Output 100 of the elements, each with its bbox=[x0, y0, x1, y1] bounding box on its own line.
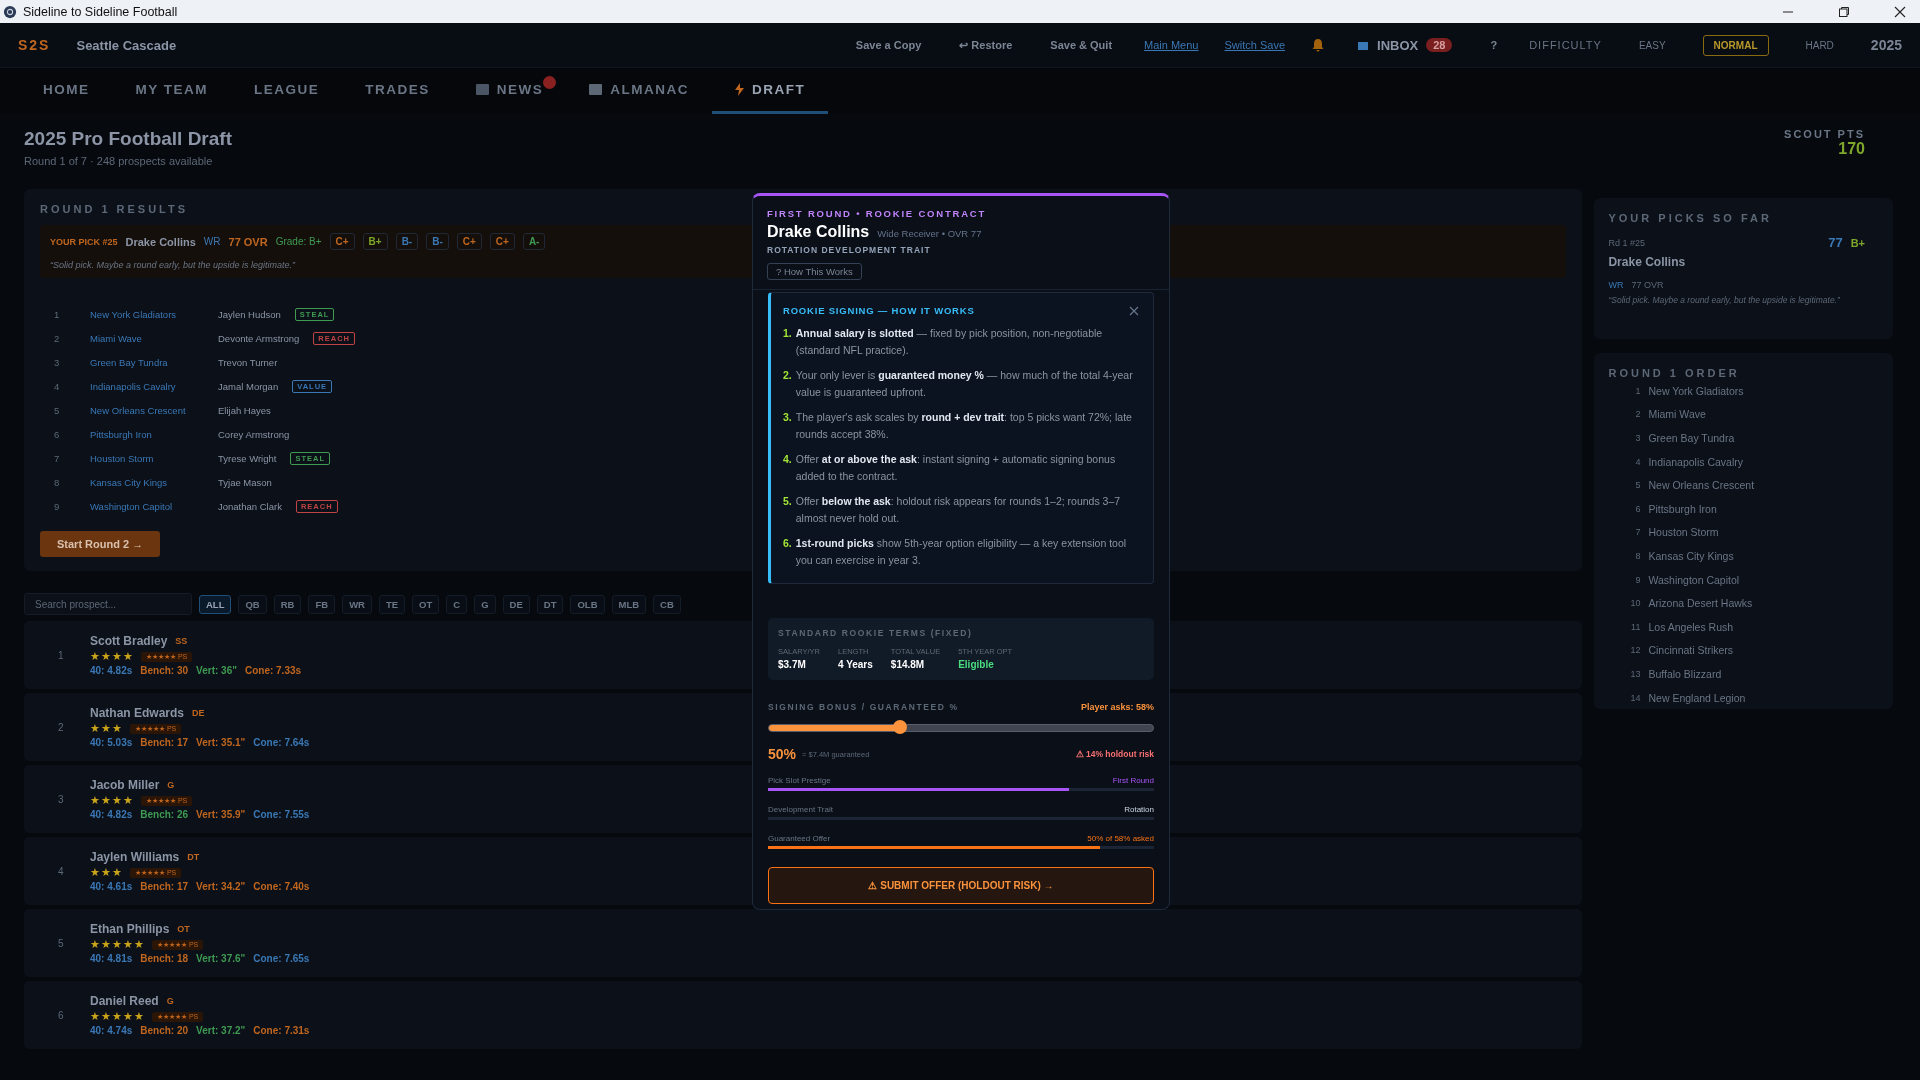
player-name: Jaylen Hudson bbox=[218, 309, 281, 320]
prospect-rank: 5 bbox=[57, 937, 65, 949]
step-number: 1. bbox=[783, 326, 792, 341]
order-number: 13 bbox=[1629, 668, 1642, 679]
team-name: New Orleans Crescent bbox=[1648, 479, 1755, 492]
combine-stat: Cone: 7.31s bbox=[253, 1025, 310, 1036]
player-name: Corey Armstrong bbox=[218, 429, 290, 440]
holdout-risk: ⚠ 14% holdout risk bbox=[1075, 749, 1154, 759]
combine-stat: Vert: 37.6" bbox=[196, 953, 246, 964]
player-name: Devonte Armstrong bbox=[218, 333, 300, 344]
section-title: ROUND 1 RESULTS bbox=[40, 203, 189, 215]
meter-label: Pick Slot Prestige bbox=[768, 776, 831, 785]
prospect-rank: 1 bbox=[57, 649, 65, 661]
combine-stat: 40: 4.74s bbox=[90, 1025, 133, 1036]
prospect-rank: 2 bbox=[57, 721, 65, 733]
player-subtitle: Wide Receiver • OVR 77 bbox=[877, 228, 982, 239]
info-title: ROOKIE SIGNING — HOW IT WORKS bbox=[783, 305, 975, 316]
prospect-name: Jaylen Williams bbox=[90, 850, 180, 864]
pick-round: Rd 1 #25 bbox=[1608, 237, 1645, 248]
combine-stat: Bench: 18 bbox=[140, 953, 189, 964]
grade-label: B+ bbox=[1850, 236, 1865, 249]
team-name: Cincinnati Strikers bbox=[1648, 644, 1734, 657]
term-value: $14.8M bbox=[890, 659, 926, 670]
combine-stat: Cone: 7.64s bbox=[253, 737, 310, 748]
star-rating: ★★★ bbox=[90, 722, 122, 735]
player-name: Drake Collins bbox=[125, 235, 196, 248]
pick-number: 3 bbox=[53, 357, 61, 368]
prospect-name: Nathan Edwards bbox=[90, 706, 185, 720]
pick-quote: “Solid pick. Maybe a round early, but the upside is legitimate.” bbox=[50, 260, 297, 270]
combine-stat: Cone: 7.40s bbox=[253, 881, 310, 892]
team-name: Houston Storm bbox=[90, 453, 155, 464]
section-title: ROUND 1 ORDER bbox=[1608, 367, 1740, 379]
overall-rating: 77 OVR bbox=[228, 235, 268, 248]
grade-chip: A- bbox=[522, 233, 546, 250]
meter-value: 50% of 58% asked bbox=[1087, 834, 1154, 843]
term-value: 4 Years bbox=[837, 659, 873, 670]
combine-stat: 40: 4.82s bbox=[90, 809, 133, 820]
combine-stat: Cone: 7.55s bbox=[253, 809, 310, 820]
step-number: 4. bbox=[783, 452, 792, 467]
combine-stat: Vert: 36" bbox=[196, 665, 237, 676]
team-name: New England Legion bbox=[1648, 691, 1746, 704]
pick-label: YOUR PICK #25 bbox=[50, 236, 118, 247]
combine-stat: Vert: 35.1" bbox=[196, 737, 246, 748]
order-number: 5 bbox=[1634, 480, 1642, 491]
order-number: 9 bbox=[1634, 574, 1642, 585]
combine-stat: Bench: 17 bbox=[140, 881, 189, 892]
team-name: New York Gladiators bbox=[90, 309, 178, 320]
position-label: WR bbox=[1608, 280, 1624, 290]
step-number: 5. bbox=[783, 494, 792, 509]
combine-stat: Bench: 17 bbox=[140, 737, 189, 748]
count-badge: 28 bbox=[1426, 38, 1453, 52]
team-name: Seattle Cascade bbox=[76, 37, 177, 53]
team-name: Los Angeles Rush bbox=[1648, 620, 1734, 633]
meter-label: Development Trait bbox=[768, 805, 833, 814]
combine-stat: 40: 4.81s bbox=[90, 953, 133, 964]
team-name: Indianapolis Cavalry bbox=[90, 381, 177, 392]
prospect-rank: 6 bbox=[57, 1009, 65, 1021]
grade-chip: C+ bbox=[489, 233, 515, 250]
combine-stat: Bench: 30 bbox=[140, 665, 189, 676]
team-name: Houston Storm bbox=[1648, 526, 1719, 539]
term-value: Eligible bbox=[958, 659, 995, 670]
combine-stat: Cone: 7.65s bbox=[253, 953, 310, 964]
team-name: Green Bay Tundra bbox=[1648, 432, 1735, 444]
pick-number: 5 bbox=[53, 405, 61, 416]
grade-chip: C+ bbox=[456, 233, 482, 250]
step-number: 6. bbox=[783, 536, 792, 551]
team-name: Green Bay Tundra bbox=[90, 357, 169, 368]
order-number: 2 bbox=[1634, 409, 1642, 420]
position-label: G bbox=[167, 780, 175, 790]
step-text: The player's ask scales by round + dev trait: top 5 picks want 72%; late rounds accept 38%. bbox=[795, 410, 1133, 442]
prospect-name: Jacob Miller bbox=[90, 778, 160, 792]
team-name: Indianapolis Cavalry bbox=[1648, 455, 1743, 468]
combine-stat: Vert: 35.9" bbox=[196, 809, 246, 820]
player-ask: Player asks: 58% bbox=[1080, 702, 1154, 712]
meter-value: First Round bbox=[1112, 776, 1154, 785]
order-number: 4 bbox=[1634, 456, 1642, 467]
player-name: Trevon Turner bbox=[218, 357, 278, 368]
page-subtitle: Round 1 of 7 · 248 prospects available bbox=[24, 155, 214, 167]
inbox-label: INBOX bbox=[1377, 37, 1419, 53]
player-name: Jamal Morgan bbox=[218, 381, 279, 392]
order-number: 11 bbox=[1630, 621, 1642, 632]
window-title: Sideline to Sideline Football bbox=[23, 4, 178, 19]
meter-label: Guaranteed Offer bbox=[768, 834, 831, 843]
star-rating: ★★★★★ bbox=[90, 938, 144, 951]
player-name: Tyrese Wright bbox=[218, 453, 277, 464]
grade-chip: C+ bbox=[329, 233, 355, 250]
step-text: Your only lever is guaranteed money % — how much of the total 4-year value is guaranteed upfront. bbox=[795, 368, 1134, 400]
team-name: Kansas City Kings bbox=[1648, 549, 1734, 562]
order-number: 7 bbox=[1634, 527, 1642, 538]
team-name: Arizona Desert Hawks bbox=[1648, 597, 1753, 610]
order-number: 6 bbox=[1634, 503, 1642, 514]
season-year: 2025 bbox=[1870, 37, 1902, 53]
team-name: Kansas City Kings bbox=[90, 477, 169, 488]
star-rating: ★★★ bbox=[90, 866, 122, 879]
position-label: DE bbox=[192, 708, 205, 718]
team-name: Washington Capitol bbox=[90, 501, 174, 512]
pick-number: 9 bbox=[53, 501, 61, 512]
team-name: Pittsburgh Iron bbox=[1648, 502, 1717, 515]
player-name: Drake Collins bbox=[767, 223, 870, 241]
prospect-name: Scott Bradley bbox=[90, 634, 168, 648]
